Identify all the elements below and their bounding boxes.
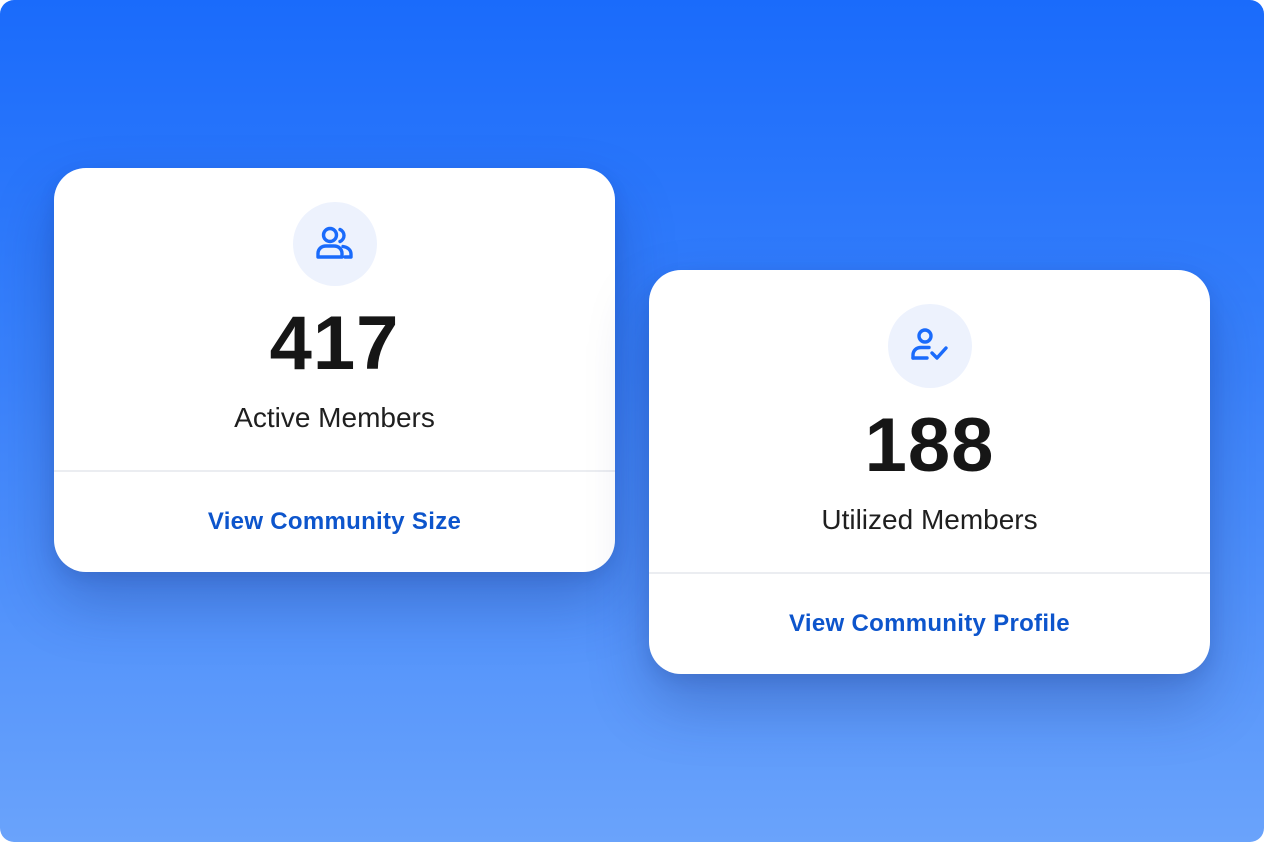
utilized-members-card: 188 Utilized Members View Community Prof…: [649, 270, 1210, 674]
active-members-label: Active Members: [234, 402, 435, 433]
view-community-profile-link[interactable]: View Community Profile: [649, 574, 1210, 674]
stats-background: 417 Active Members View Community Size 1…: [0, 0, 1264, 842]
user-check-icon: [888, 304, 972, 388]
utilized-members-label: Utilized Members: [821, 504, 1038, 535]
users-group-icon: [293, 202, 377, 286]
active-members-count: 417: [269, 301, 400, 386]
view-community-size-link[interactable]: View Community Size: [54, 472, 615, 572]
utilized-members-count: 188: [864, 403, 995, 488]
active-members-card: 417 Active Members View Community Size: [54, 168, 615, 572]
